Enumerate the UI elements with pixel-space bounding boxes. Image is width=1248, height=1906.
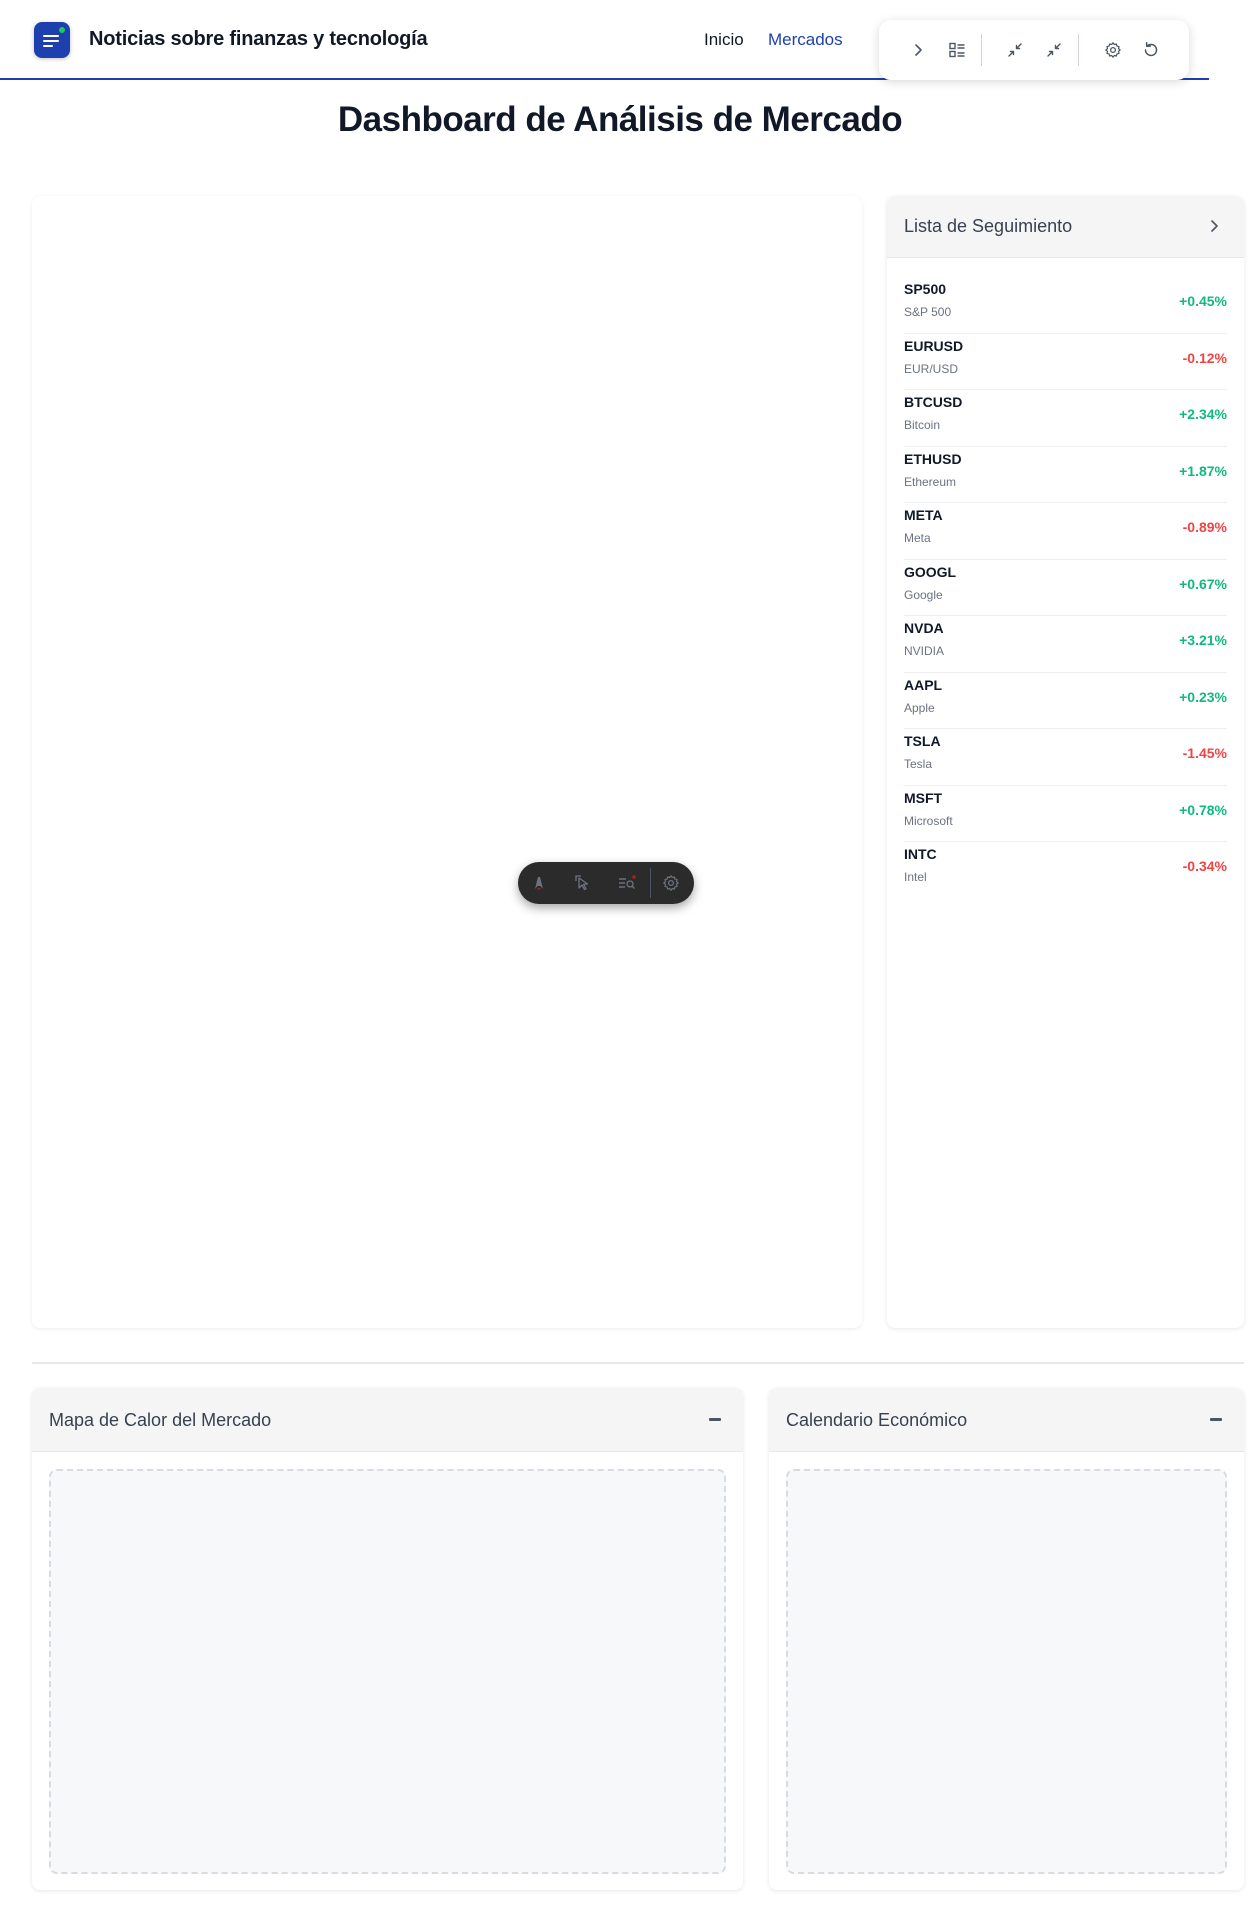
astro-logo-icon[interactable] <box>528 872 550 894</box>
collapse-icon[interactable] <box>1003 38 1027 62</box>
watchlist-name: S&P 500 <box>904 305 952 319</box>
logo-icon[interactable] <box>34 22 70 58</box>
toolbar-divider <box>981 34 982 66</box>
heatmap-panel: Mapa de Calor del Mercado <box>32 1388 743 1890</box>
watchlist-name: NVIDIA <box>904 644 945 658</box>
watchlist-title: Lista de Seguimiento <box>904 216 1073 236</box>
watchlist-symbol: EURUSD <box>904 337 964 354</box>
watchlist-name: EUR/USD <box>904 361 959 376</box>
watchlist-change: +1.87% <box>1179 462 1227 479</box>
toolbar-divider <box>1078 34 1079 66</box>
audit-list-icon[interactable] <box>616 872 638 894</box>
watchlist-panel: Lista de Seguimiento SP500 S&P 500 +0.45% E… <box>887 196 1244 1328</box>
watchlist-symbol: NVDA <box>904 620 944 636</box>
watchlist-symbol: INTC <box>904 846 937 862</box>
watchlist-name: Bitcoin <box>904 418 941 432</box>
nav-link-mercados[interactable]: Mercados <box>768 30 843 50</box>
watchlist-change: +0.45% <box>1179 293 1227 309</box>
gear-icon[interactable] <box>660 872 682 894</box>
nav-link-inicio[interactable]: Inicio <box>704 30 744 50</box>
watchlist-symbol: AAPL <box>904 676 943 693</box>
watchlist-item[interactable]: GOOGL Google +0.67% <box>904 560 1227 616</box>
watchlist-symbol: BTCUSD <box>904 394 963 410</box>
watchlist-change: +3.21% <box>1179 632 1227 648</box>
watchlist-change: -1.45% <box>1182 745 1227 761</box>
watchlist-name: Google <box>904 587 943 602</box>
gear-icon[interactable] <box>1101 38 1125 62</box>
watchlist-item[interactable]: TSLA Tesla -1.45% <box>904 729 1227 786</box>
calendar-placeholder <box>786 1469 1227 1874</box>
chevron-right-icon[interactable] <box>906 38 930 62</box>
calendar-title: Calendario Económico <box>786 1410 968 1430</box>
watchlist-change: +0.67% <box>1179 575 1227 592</box>
watchlist-item[interactable]: EURUSD EUR/USD -0.12% <box>904 334 1227 390</box>
watchlist-name: Apple <box>904 700 935 715</box>
watchlist-item[interactable]: BTCUSD Bitcoin +2.34% <box>904 390 1227 447</box>
watchlist-item[interactable]: AAPL Apple +0.23% <box>904 673 1227 729</box>
minus-icon <box>709 1418 721 1421</box>
watchlist-change: +2.34% <box>1179 406 1227 422</box>
watchlist-change: +0.78% <box>1179 801 1227 818</box>
heatmap-header: Mapa de Calor del Mercado <box>32 1388 743 1452</box>
watchlist-item[interactable]: MSFT Microsoft +0.78% <box>904 786 1227 842</box>
heatmap-title: Mapa de Calor del Mercado <box>49 1410 272 1430</box>
watchlist-name: Tesla <box>904 757 933 771</box>
watchlist-change: -0.89% <box>1182 519 1227 535</box>
watchlist-item[interactable]: INTC Intel -0.34% <box>904 842 1227 899</box>
watchlist-change: -0.34% <box>1182 858 1227 874</box>
watchlist-change: -0.12% <box>1182 349 1227 366</box>
calendar-header: Calendario Económico <box>769 1388 1244 1452</box>
watchlist-symbol: ETHUSD <box>904 450 962 467</box>
heatmap-placeholder <box>49 1469 726 1874</box>
list-layout-icon[interactable] <box>945 38 969 62</box>
watchlist-name: Microsoft <box>904 813 953 828</box>
chevron-right-icon[interactable] <box>1204 216 1224 236</box>
watchlist-name: Meta <box>904 531 931 545</box>
minus-icon <box>1210 1418 1222 1421</box>
inspect-cursor-icon[interactable] <box>572 872 594 894</box>
watchlist-header: Lista de Seguimiento <box>887 196 1244 258</box>
toolbar-divider <box>650 868 651 898</box>
watchlist-symbol: SP500 <box>904 281 947 297</box>
watchlist-items: SP500 S&P 500 +0.45% EURUSD EUR/USD -0.12% BTC… <box>887 258 1244 899</box>
shrink-icon[interactable] <box>1042 38 1066 62</box>
watchlist-name: Intel <box>904 870 927 884</box>
section-divider <box>32 1362 1244 1364</box>
watchlist-symbol: META <box>904 507 943 523</box>
watchlist-item[interactable]: META Meta -0.89% <box>904 503 1227 560</box>
watchlist-symbol: GOOGL <box>904 563 957 580</box>
watchlist-name: Ethereum <box>904 474 957 489</box>
watchlist-item[interactable]: ETHUSD Ethereum +1.87% <box>904 447 1227 503</box>
main-chart-panel[interactable] <box>32 196 862 1328</box>
refresh-icon[interactable] <box>1139 38 1163 62</box>
watchlist-symbol: MSFT <box>904 789 943 806</box>
floating-toolbar <box>879 20 1189 80</box>
watchlist-symbol: TSLA <box>904 733 941 749</box>
dev-toolbar <box>518 862 694 904</box>
site-title[interactable]: Noticias sobre finanzas y tecnología <box>89 28 428 51</box>
page-title: Dashboard de Análisis de Mercado <box>337 100 903 139</box>
watchlist-item[interactable]: SP500 S&P 500 +0.45% <box>904 277 1227 334</box>
calendar-panel: Calendario Económico <box>769 1388 1244 1890</box>
watchlist-change: +0.23% <box>1179 688 1227 705</box>
watchlist-item[interactable]: NVDA NVIDIA +3.21% <box>904 616 1227 673</box>
